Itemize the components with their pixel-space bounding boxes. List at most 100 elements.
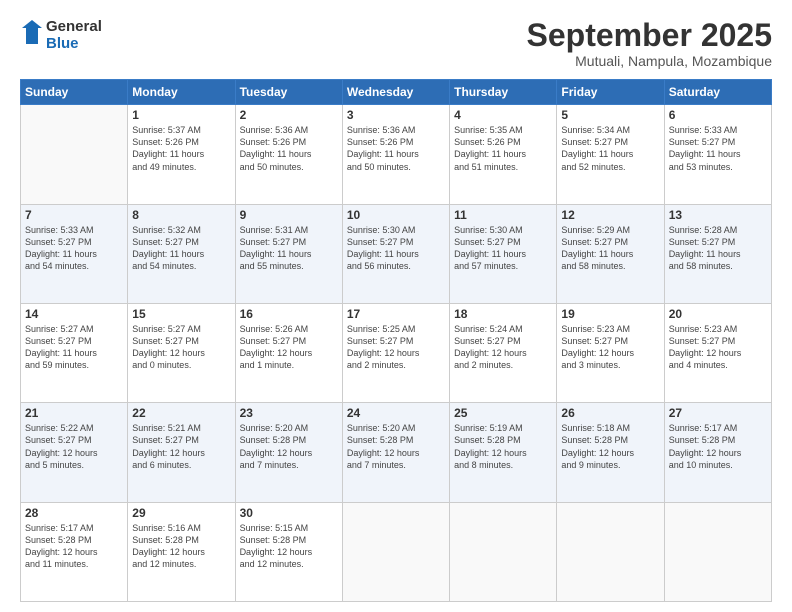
table-row: 30Sunrise: 5:15 AM Sunset: 5:28 PM Dayli… — [235, 502, 342, 601]
day-number: 29 — [132, 506, 230, 520]
day-number: 3 — [347, 108, 445, 122]
table-row: 15Sunrise: 5:27 AM Sunset: 5:27 PM Dayli… — [128, 303, 235, 402]
day-info: Sunrise: 5:27 AM Sunset: 5:27 PM Dayligh… — [132, 323, 230, 372]
day-number: 25 — [454, 406, 552, 420]
day-info: Sunrise: 5:37 AM Sunset: 5:26 PM Dayligh… — [132, 124, 230, 173]
day-info: Sunrise: 5:29 AM Sunset: 5:27 PM Dayligh… — [561, 224, 659, 273]
day-number: 22 — [132, 406, 230, 420]
day-number: 10 — [347, 208, 445, 222]
day-number: 18 — [454, 307, 552, 321]
table-row: 26Sunrise: 5:18 AM Sunset: 5:28 PM Dayli… — [557, 403, 664, 502]
table-row — [664, 502, 771, 601]
table-row: 9 Sunrise: 5:31 AM Sunset: 5:27 PM Daylig… — [235, 204, 342, 303]
calendar-week-row: 7 Sunrise: 5:33 AM Sunset: 5:27 PM Daylig… — [21, 204, 772, 303]
header: General Blue September 2025 Mutuali, Nam… — [20, 18, 772, 69]
day-number: 1 — [132, 108, 230, 122]
day-number: 16 — [240, 307, 338, 321]
logo: General Blue — [20, 18, 102, 53]
table-row: 2 Sunrise: 5:36 AM Sunset: 5:26 PM Daylig… — [235, 105, 342, 204]
table-row: 1 Sunrise: 5:37 AM Sunset: 5:26 PM Daylig… — [128, 105, 235, 204]
day-info: Sunrise: 5:36 AM Sunset: 5:26 PM Dayligh… — [347, 124, 445, 173]
table-row: 22 Sunrise: 5:21 AM Sunset: 5:27 PM Dayli… — [128, 403, 235, 502]
table-row: 12 Sunrise: 5:29 AM Sunset: 5:27 PM Dayli… — [557, 204, 664, 303]
day-info: Sunrise: 5:36 AM Sunset: 5:26 PM Dayligh… — [240, 124, 338, 173]
day-number: 7 — [25, 208, 123, 222]
table-row — [450, 502, 557, 601]
day-info: Sunrise: 5:30 AM Sunset: 5:27 PM Dayligh… — [347, 224, 445, 273]
day-number: 28 — [25, 506, 123, 520]
day-info: Sunrise: 5:31 AM Sunset: 5:27 PM Dayligh… — [240, 224, 338, 273]
table-row: 16 Sunrise: 5:26 AM Sunset: 5:27 PM Dayli… — [235, 303, 342, 402]
day-info: Sunrise: 5:21 AM Sunset: 5:27 PM Dayligh… — [132, 422, 230, 471]
day-number: 13 — [669, 208, 767, 222]
table-row: 4 Sunrise: 5:35 AM Sunset: 5:26 PM Daylig… — [450, 105, 557, 204]
col-sunday: Sunday — [21, 80, 128, 105]
day-info: Sunrise: 5:34 AM Sunset: 5:27 PM Dayligh… — [561, 124, 659, 173]
day-info: Sunrise: 5:23 AM Sunset: 5:27 PM Dayligh… — [561, 323, 659, 372]
logo-blue: Blue — [46, 35, 102, 52]
day-info: Sunrise: 5:23 AM Sunset: 5:27 PM Dayligh… — [669, 323, 767, 372]
day-number: 8 — [132, 208, 230, 222]
day-number: 27 — [669, 406, 767, 420]
day-number: 4 — [454, 108, 552, 122]
table-row: 7 Sunrise: 5:33 AM Sunset: 5:27 PM Daylig… — [21, 204, 128, 303]
calendar-week-row: 1 Sunrise: 5:37 AM Sunset: 5:26 PM Daylig… — [21, 105, 772, 204]
page: General Blue September 2025 Mutuali, Nam… — [0, 0, 792, 612]
table-row: 14 Sunrise: 5:27 AM Sunset: 5:27 PM Dayli… — [21, 303, 128, 402]
calendar-header-row: Sunday Monday Tuesday Wednesday Thursday… — [21, 80, 772, 105]
day-info: Sunrise: 5:28 AM Sunset: 5:27 PM Dayligh… — [669, 224, 767, 273]
logo-general: General — [46, 18, 102, 35]
calendar-week-row: 14 Sunrise: 5:27 AM Sunset: 5:27 PM Dayli… — [21, 303, 772, 402]
col-monday: Monday — [128, 80, 235, 105]
day-number: 20 — [669, 307, 767, 321]
calendar-week-row: 28 Sunrise: 5:17 AM Sunset: 5:28 PM Dayli… — [21, 502, 772, 601]
col-thursday: Thursday — [450, 80, 557, 105]
day-info: Sunrise: 5:22 AM Sunset: 5:27 PM Dayligh… — [25, 422, 123, 471]
day-info: Sunrise: 5:33 AM Sunset: 5:27 PM Dayligh… — [669, 124, 767, 173]
day-info: Sunrise: 5:20 AM Sunset: 5:28 PM Dayligh… — [240, 422, 338, 471]
day-info: Sunrise: 5:16 AM Sunset: 5:28 PM Dayligh… — [132, 522, 230, 571]
day-info: Sunrise: 5:25 AM Sunset: 5:27 PM Dayligh… — [347, 323, 445, 372]
col-wednesday: Wednesday — [342, 80, 449, 105]
day-info: Sunrise: 5:17 AM Sunset: 5:28 PM Dayligh… — [669, 422, 767, 471]
col-tuesday: Tuesday — [235, 80, 342, 105]
table-row: 21 Sunrise: 5:22 AM Sunset: 5:27 PM Dayli… — [21, 403, 128, 502]
table-row — [342, 502, 449, 601]
table-row: 13 Sunrise: 5:28 AM Sunset: 5:27 PM Dayli… — [664, 204, 771, 303]
table-row: 17 Sunrise: 5:25 AM Sunset: 5:27 PM Dayli… — [342, 303, 449, 402]
day-number: 11 — [454, 208, 552, 222]
month-title: September 2025 — [527, 18, 772, 53]
day-number: 9 — [240, 208, 338, 222]
day-info: Sunrise: 5:27 AM Sunset: 5:27 PM Dayligh… — [25, 323, 123, 372]
table-row: 8Sunrise: 5:32 AM Sunset: 5:27 PM Daylig… — [128, 204, 235, 303]
table-row: 3 Sunrise: 5:36 AM Sunset: 5:26 PM Daylig… — [342, 105, 449, 204]
day-number: 30 — [240, 506, 338, 520]
table-row: 23 Sunrise: 5:20 AM Sunset: 5:28 PM Dayli… — [235, 403, 342, 502]
table-row: 11 Sunrise: 5:30 AM Sunset: 5:27 PM Dayli… — [450, 204, 557, 303]
day-number: 12 — [561, 208, 659, 222]
table-row: 25 Sunrise: 5:19 AM Sunset: 5:28 PM Dayli… — [450, 403, 557, 502]
day-info: Sunrise: 5:33 AM Sunset: 5:27 PM Dayligh… — [25, 224, 123, 273]
location-subtitle: Mutuali, Nampula, Mozambique — [527, 53, 772, 69]
day-number: 23 — [240, 406, 338, 420]
col-friday: Friday — [557, 80, 664, 105]
calendar-week-row: 21 Sunrise: 5:22 AM Sunset: 5:27 PM Dayli… — [21, 403, 772, 502]
day-number: 17 — [347, 307, 445, 321]
day-info: Sunrise: 5:20 AM Sunset: 5:28 PM Dayligh… — [347, 422, 445, 471]
day-number: 24 — [347, 406, 445, 420]
day-number: 14 — [25, 307, 123, 321]
calendar-table: Sunday Monday Tuesday Wednesday Thursday… — [20, 79, 772, 602]
day-number: 21 — [25, 406, 123, 420]
day-number: 26 — [561, 406, 659, 420]
table-row: 19Sunrise: 5:23 AM Sunset: 5:27 PM Dayli… — [557, 303, 664, 402]
day-info: Sunrise: 5:24 AM Sunset: 5:27 PM Dayligh… — [454, 323, 552, 372]
table-row: 10 Sunrise: 5:30 AM Sunset: 5:27 PM Dayli… — [342, 204, 449, 303]
day-number: 5 — [561, 108, 659, 122]
day-info: Sunrise: 5:19 AM Sunset: 5:28 PM Dayligh… — [454, 422, 552, 471]
day-number: 2 — [240, 108, 338, 122]
day-info: Sunrise: 5:17 AM Sunset: 5:28 PM Dayligh… — [25, 522, 123, 571]
day-info: Sunrise: 5:26 AM Sunset: 5:27 PM Dayligh… — [240, 323, 338, 372]
day-info: Sunrise: 5:35 AM Sunset: 5:26 PM Dayligh… — [454, 124, 552, 173]
table-row: 5 Sunrise: 5:34 AM Sunset: 5:27 PM Daylig… — [557, 105, 664, 204]
day-info: Sunrise: 5:30 AM Sunset: 5:27 PM Dayligh… — [454, 224, 552, 273]
